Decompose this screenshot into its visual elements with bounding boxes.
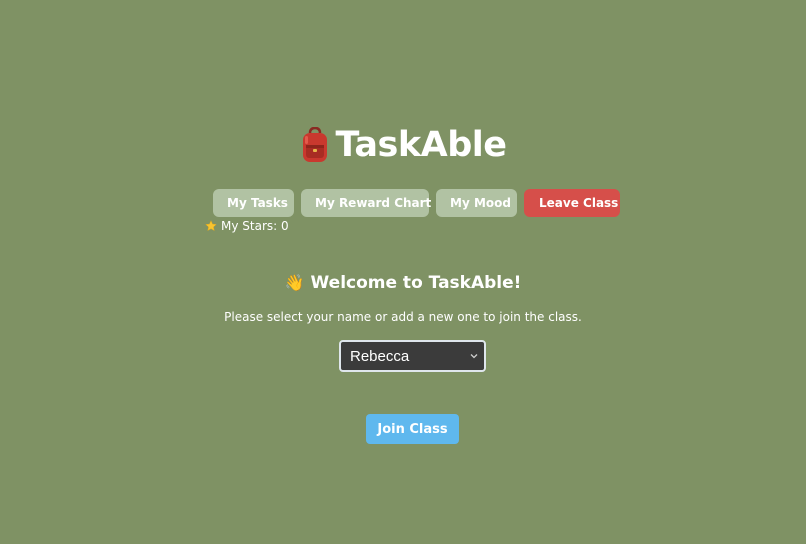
my-tasks-button[interactable]: My Tasks [213,189,294,217]
my-mood-button[interactable]: My Mood [436,189,517,217]
name-select[interactable]: Rebecca [339,340,486,372]
star-icon [205,220,217,232]
app-header: TaskAble [0,122,806,168]
waving-hand-icon: 👋 [284,273,305,292]
name-select-value: Rebecca [350,347,410,365]
welcome-heading: 👋 Welcome to TaskAble! [0,271,806,295]
nav-bar: My Tasks My Reward Chart My Mood Leave C… [213,189,620,217]
stars-counter: My Stars: 0 [205,219,289,233]
backpack-icon [302,127,327,162]
my-reward-chart-button[interactable]: My Reward Chart [301,189,431,217]
welcome-title: Welcome to TaskAble! [310,273,522,293]
leave-class-button[interactable]: Leave Class [524,189,620,217]
join-class-button[interactable]: Join Class [366,414,459,444]
join-instructions: Please select your name or add a new one… [224,310,582,324]
stars-label: My Stars: 0 [221,219,289,233]
app-title: TaskAble [335,125,507,165]
chevron-down-icon [470,354,478,359]
